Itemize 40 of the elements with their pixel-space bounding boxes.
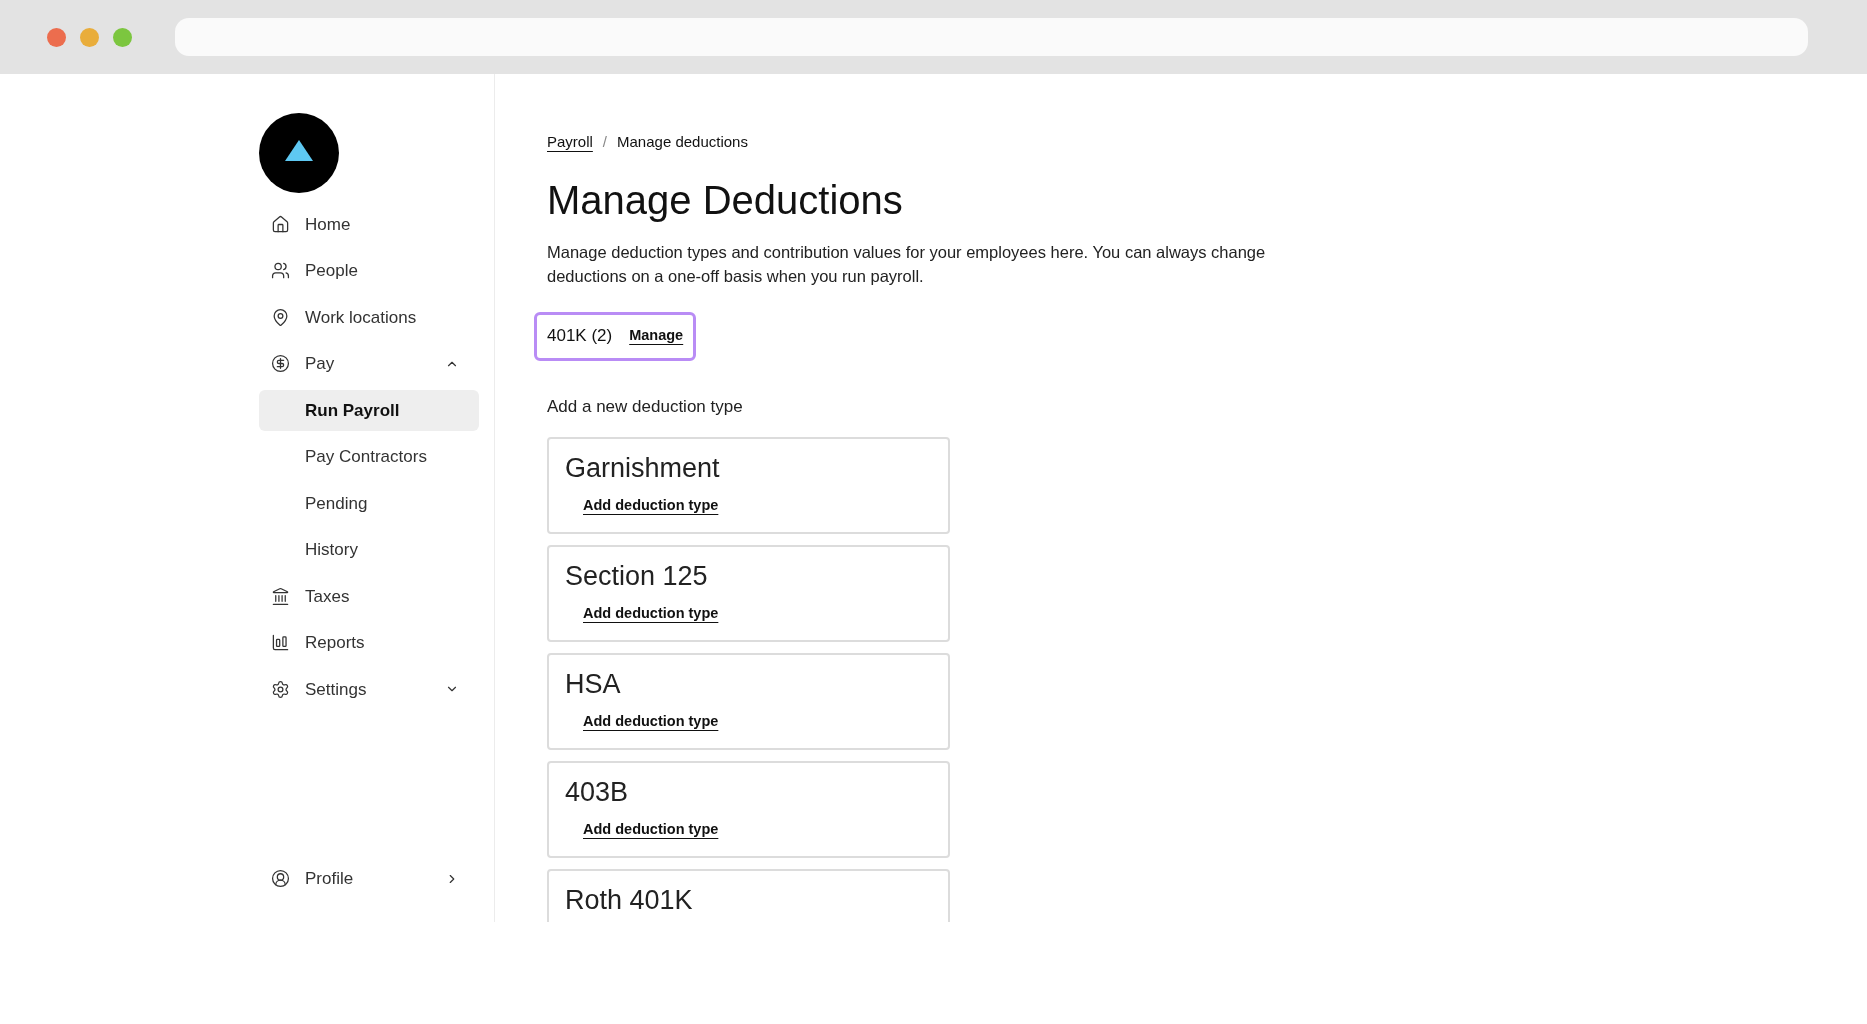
settings-icon <box>271 679 290 699</box>
card-title: HSA <box>565 668 622 701</box>
nav-item[interactable]: People <box>259 247 479 294</box>
profile-item[interactable]: Profile <box>259 855 479 902</box>
dollar-icon <box>271 354 290 374</box>
people-icon <box>271 261 290 281</box>
breadcrumb-separator: / <box>602 132 608 152</box>
home-icon <box>271 214 290 234</box>
section-heading: Add a new deduction type <box>547 395 744 418</box>
nav-item[interactable]: Work locations <box>259 294 479 341</box>
add-deduction-link[interactable]: Add deduction type <box>583 711 719 733</box>
close-window-icon[interactable] <box>47 27 66 47</box>
card-title: Section 125 <box>565 560 709 593</box>
page-description: Manage deduction types and contribution values for your employees here. You can always change deductions on a one-off basis when you run payroll. <box>547 241 1267 287</box>
add-deduction-link[interactable]: Add deduction type <box>583 495 719 517</box>
minimize-window-icon[interactable] <box>80 27 99 47</box>
card-title: 403B <box>565 776 630 809</box>
add-deduction-link[interactable]: Add deduction type <box>583 819 719 841</box>
nav-item[interactable]: Pay <box>259 340 479 387</box>
maximize-window-icon[interactable] <box>113 27 132 47</box>
nav-subitem[interactable]: Pay Contractors <box>259 436 479 478</box>
page-title: Manage Deductions <box>547 176 904 224</box>
nav-item[interactable]: Home <box>259 201 479 248</box>
add-deduction-link[interactable]: Add deduction type <box>583 603 719 625</box>
card-title: Garnishment <box>565 452 721 485</box>
deduction-label: 401K (2) <box>547 325 613 348</box>
nav-subitem[interactable]: Run Payroll <box>259 389 479 431</box>
card-title: Roth 401K <box>565 884 694 917</box>
nav-item[interactable]: Taxes <box>259 573 479 620</box>
breadcrumb-link[interactable]: Payroll <box>547 131 593 154</box>
location-pin-icon <box>271 307 290 327</box>
nav-item[interactable]: Settings <box>259 666 479 713</box>
manage-link[interactable]: Manage <box>629 325 684 347</box>
nav-item[interactable]: Reports <box>259 619 479 666</box>
bank-icon <box>271 586 290 606</box>
nav-subitem[interactable]: History <box>259 529 479 571</box>
bar-chart-icon <box>271 633 290 653</box>
user-icon <box>271 869 290 889</box>
breadcrumb-current: Manage deductions <box>617 132 748 152</box>
nav-subitem[interactable]: Pending <box>259 482 479 524</box>
